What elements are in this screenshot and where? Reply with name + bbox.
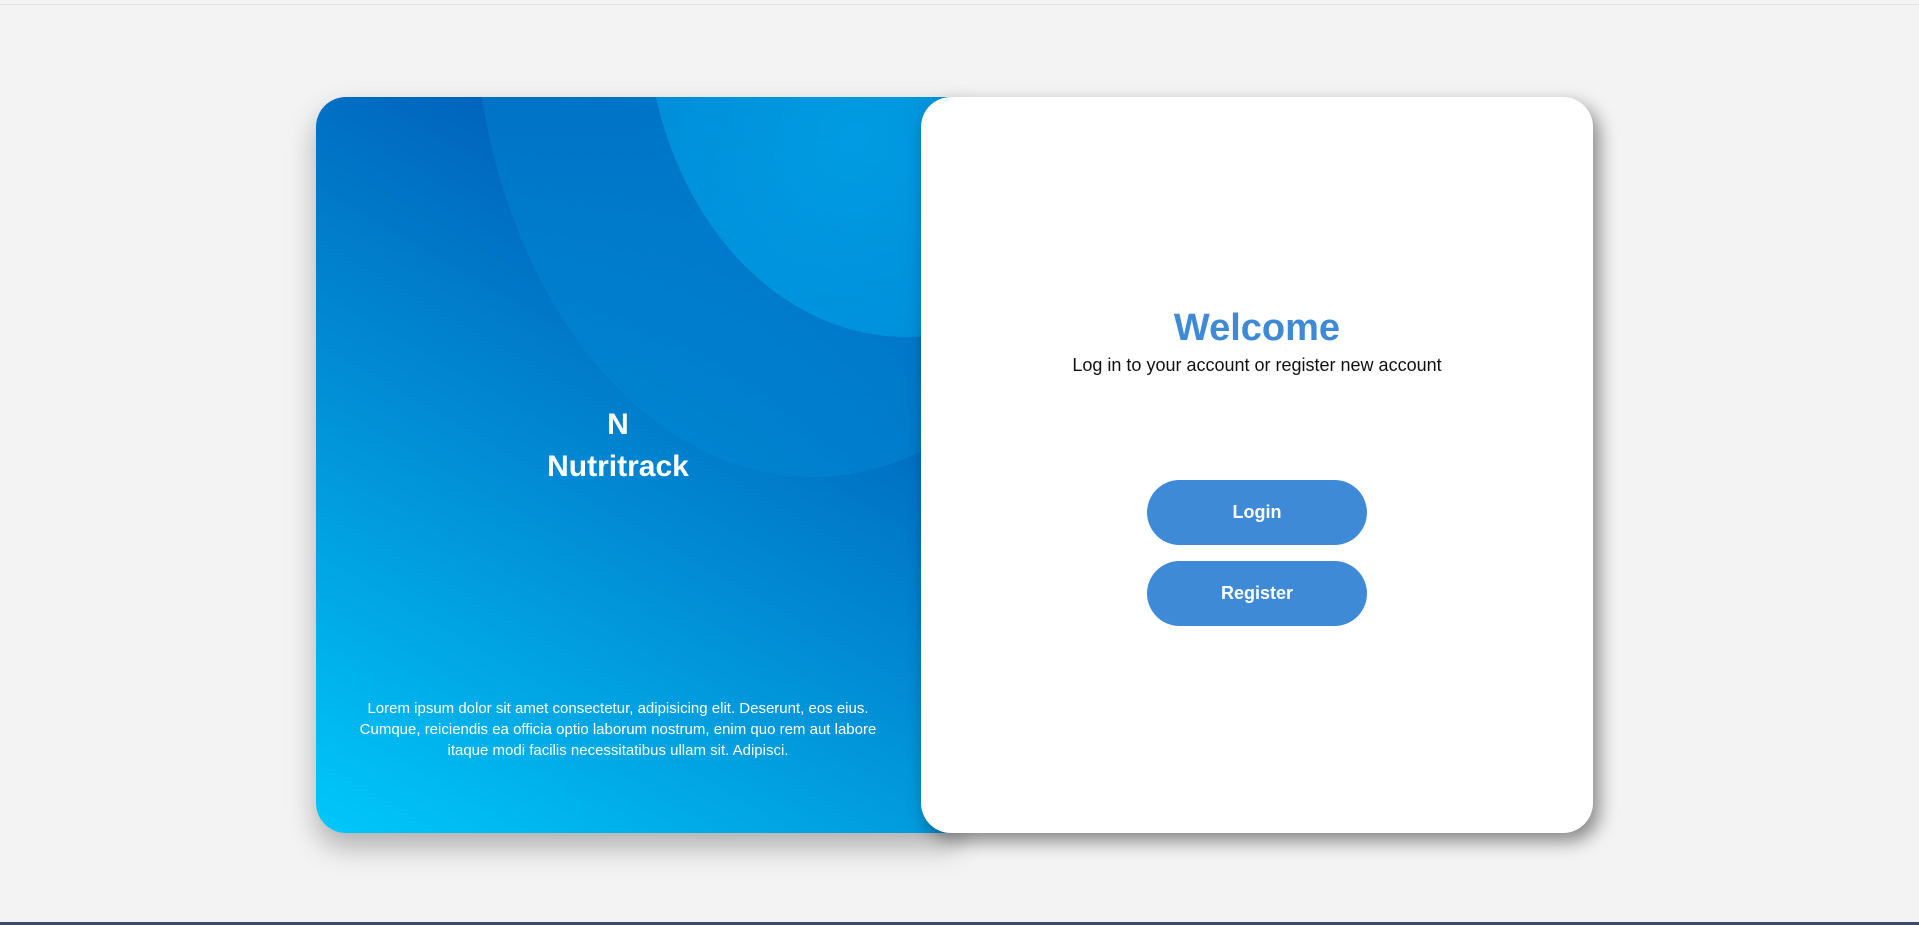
- register-button[interactable]: Register: [1147, 561, 1367, 626]
- brand-description: Lorem ipsum dolor sit amet consectetur, …: [359, 700, 877, 759]
- welcome-container: N Nutritrack Lorem ipsum dolor sit amet …: [316, 97, 1593, 833]
- brand-logo-letter: N: [607, 408, 629, 441]
- welcome-title: Welcome: [1173, 307, 1341, 349]
- auth-card: Welcome Log in to your account or regist…: [921, 97, 1593, 833]
- welcome-subtitle: Log in to your account or register new a…: [1072, 355, 1442, 375]
- brand-panel: N Nutritrack Lorem ipsum dolor sit amet …: [316, 97, 956, 833]
- decorative-arc-inner: [646, 97, 956, 337]
- login-button[interactable]: Login: [1147, 480, 1367, 545]
- top-divider: [0, 4, 1919, 5]
- brand-name: Nutritrack: [547, 450, 689, 483]
